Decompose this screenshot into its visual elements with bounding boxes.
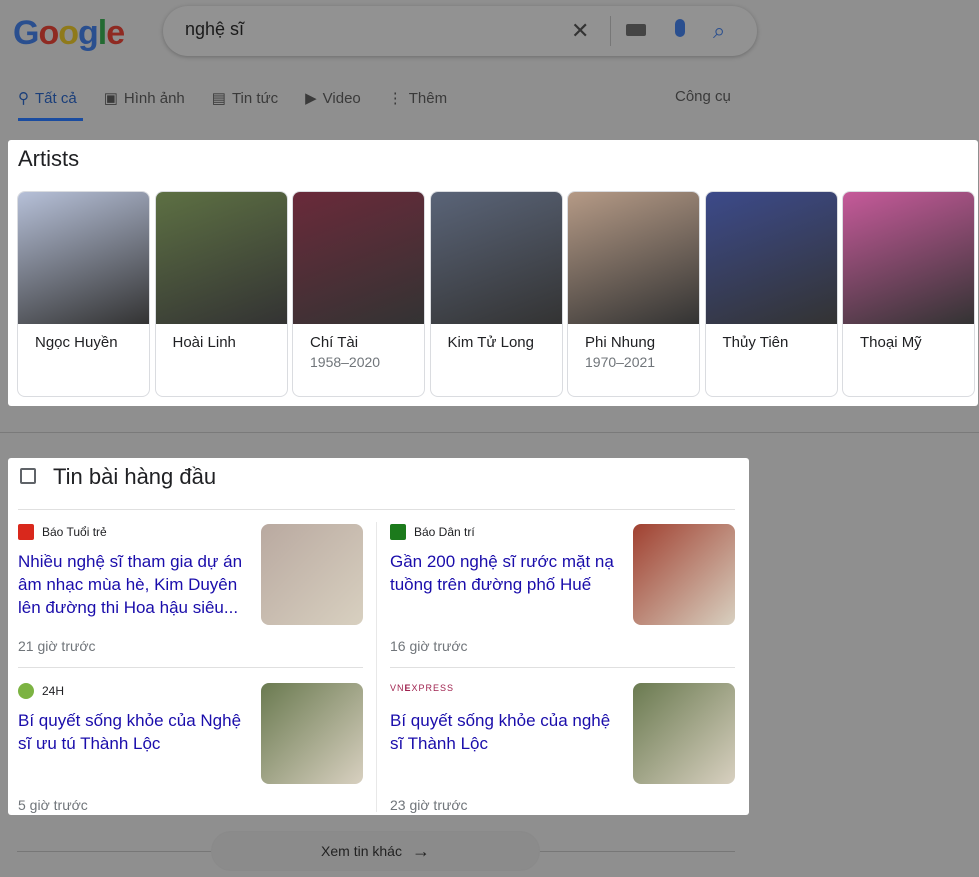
tab-video[interactable]: ▶ Video (305, 88, 361, 108)
divider (18, 667, 363, 668)
artist-years: 1958–2020 (310, 354, 381, 370)
clear-icon[interactable]: ✕ (571, 18, 589, 44)
news-item[interactable]: 24H Bí quyết sống khỏe của Nghệ sĩ ưu tú… (18, 683, 363, 823)
artist-photo (843, 192, 974, 324)
artist-card[interactable]: Phi Nhung 1970–2021 (567, 191, 700, 397)
active-tab-indicator (18, 118, 83, 121)
news-time: 16 giờ trước (390, 638, 468, 654)
artist-name: Thoại Mỹ (860, 334, 922, 351)
news-source: Báo Dân trí (390, 524, 475, 540)
news-title[interactable]: Nhiều nghệ sĩ tham gia dự án âm nhạc mùa… (18, 550, 250, 619)
artist-card[interactable]: Thủy Tiên (704, 191, 838, 397)
tab-images[interactable]: ▣ Hình ảnh (104, 88, 185, 108)
search-icon: ⚲ (18, 90, 29, 107)
source-logo-icon (390, 524, 406, 540)
news-time: 23 giờ trước (390, 797, 468, 813)
source-logo-icon: VNEXPRESS (390, 683, 455, 693)
microphone-icon[interactable] (675, 19, 685, 37)
google-logo[interactable]: Google (13, 14, 125, 53)
artist-name: Kim Tử Long (447, 334, 534, 351)
divider (376, 522, 377, 812)
artist-card[interactable]: Hoài Linh (154, 191, 288, 397)
news-title[interactable]: Bí quyết sống khỏe của nghệ sĩ Thành Lộc (390, 709, 622, 755)
news-source: 24H (18, 683, 64, 699)
news-icon: ▤ (211, 90, 226, 107)
tab-label: Thêm (408, 89, 448, 107)
source-logo-icon (18, 524, 34, 540)
more-news-button[interactable]: Xem tin khác → (211, 831, 540, 871)
divider (18, 509, 735, 510)
artist-name: Hoài Linh (172, 334, 236, 351)
news-title[interactable]: Bí quyết sống khỏe của Nghệ sĩ ưu tú Thà… (18, 709, 250, 755)
search-box[interactable]: ✕ ⌕ (163, 6, 757, 56)
more-news-label: Xem tin khác (321, 843, 402, 859)
news-time: 5 giờ trước (18, 797, 88, 813)
source-name: Báo Tuổi trẻ (42, 525, 107, 539)
top-stories-panel: Tin bài hàng đầu Báo Tuổi trẻ Nhiều nghệ… (8, 458, 749, 815)
artist-years: 1970–2021 (585, 354, 656, 370)
artist-photo (430, 192, 562, 324)
news-title[interactable]: Gần 200 nghệ sĩ rước mặt nạ tuồng trên đ… (390, 550, 622, 596)
artist-name: Ngọc Huyền (35, 334, 118, 351)
artist-card[interactable]: Thoại Mỹ (842, 191, 975, 397)
artist-name: Thủy Tiên (722, 334, 789, 351)
top-stories-title: Tin bài hàng đầu (53, 464, 217, 489)
news-thumbnail (633, 524, 735, 625)
search-input[interactable] (185, 19, 545, 40)
artist-card[interactable]: Ngọc Huyền (17, 191, 150, 397)
news-icon (20, 468, 36, 484)
tab-news[interactable]: ▤ Tin tức (212, 88, 278, 108)
tab-label: Tất cả (35, 89, 77, 107)
image-icon: ▣ (103, 90, 118, 107)
keyboard-icon[interactable] (626, 24, 646, 36)
divider (390, 667, 735, 668)
tab-label: Video (322, 89, 361, 107)
tab-label: Tin tức (231, 89, 279, 107)
source-name: 24H (42, 684, 65, 698)
news-thumbnail (261, 524, 363, 625)
source-logo-icon (18, 683, 34, 699)
artist-name: Chí Tài (310, 334, 359, 351)
artist-photo (155, 192, 287, 324)
divider (0, 432, 979, 433)
news-source: Báo Tuổi trẻ (18, 524, 107, 540)
news-source: VNEXPRESS (390, 683, 454, 693)
more-vert-icon: ⋮ (387, 90, 403, 107)
play-icon: ▶ (305, 90, 317, 107)
divider (610, 16, 611, 46)
news-time: 21 giờ trước (18, 638, 96, 654)
tab-all[interactable]: ⚲ Tất cả (18, 88, 77, 108)
artist-card[interactable]: Kim Tử Long (429, 191, 563, 397)
news-item[interactable]: VNEXPRESS Bí quyết sống khỏe của nghệ sĩ… (390, 683, 735, 823)
artist-photo (705, 192, 837, 324)
source-name: Báo Dân trí (414, 525, 475, 539)
artist-photo (293, 192, 424, 324)
artist-photo (18, 192, 149, 324)
news-thumbnail (633, 683, 735, 784)
search-icon[interactable]: ⌕ (713, 18, 725, 44)
tab-label: Hình ảnh (123, 89, 185, 107)
artist-photo (568, 192, 699, 324)
artist-card[interactable]: Chí Tài 1958–2020 (292, 191, 425, 397)
news-item[interactable]: Báo Tuổi trẻ Nhiều nghệ sĩ tham gia dự á… (18, 524, 363, 664)
artists-title: Artists (18, 146, 80, 171)
arrow-right-icon: → (411, 840, 430, 861)
news-thumbnail (261, 683, 363, 784)
artists-panel: Artists Ngọc Huyền Hoài Linh Chí Tài 195… (8, 140, 978, 406)
tools-button[interactable]: Công cụ (675, 88, 731, 105)
search-tabs: ⚲ Tất cả ▣ Hình ảnh ▤ Tin tức ▶ Video ⋮ Thêm (18, 88, 474, 108)
artist-name: Phi Nhung (585, 334, 656, 351)
tab-more[interactable]: ⋮ Thêm (388, 88, 447, 108)
news-item[interactable]: Báo Dân trí Gần 200 nghệ sĩ rước mặt nạ … (390, 524, 735, 664)
